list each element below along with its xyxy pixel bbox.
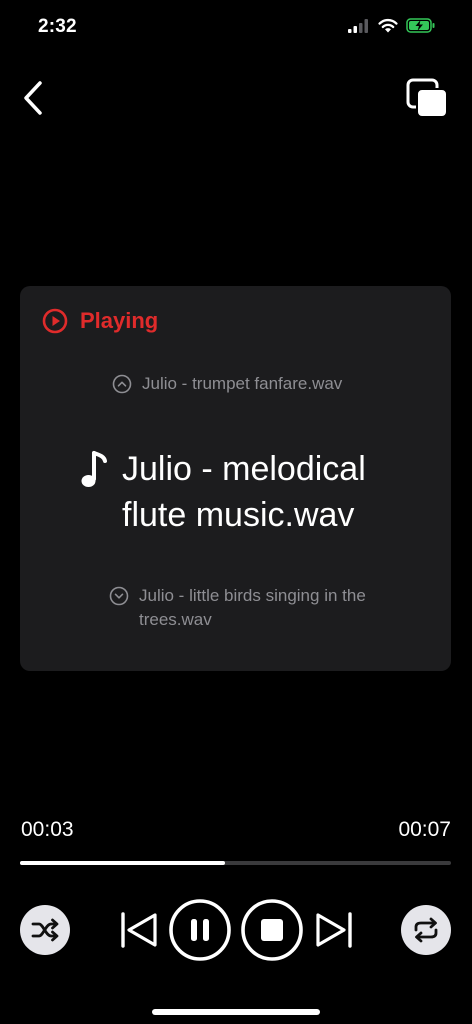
- wifi-icon: [378, 19, 398, 33]
- chevron-left-icon: [24, 81, 42, 115]
- skip-previous-button[interactable]: [117, 908, 161, 952]
- current-track-title: Julio - melodical flute music.wav: [122, 450, 366, 534]
- music-note-icon: [81, 451, 107, 487]
- shuffle-icon: [31, 918, 59, 942]
- playing-label: Playing: [80, 308, 159, 333]
- status-time: 2:32: [38, 16, 77, 37]
- repeat-button[interactable]: [401, 905, 451, 955]
- chevron-down-circle-icon: [109, 586, 129, 606]
- home-indicator[interactable]: [152, 1009, 320, 1015]
- elapsed-time: 00:03: [21, 818, 74, 841]
- repeat-icon: [414, 917, 438, 943]
- current-track: Julio - melodical flute music.wav: [80, 446, 412, 538]
- chevron-up-circle-icon: [112, 374, 132, 394]
- play-circle-icon: [42, 308, 68, 334]
- back-button[interactable]: [18, 78, 52, 118]
- total-time: 00:07: [398, 818, 451, 841]
- cellular-signal-icon: [348, 18, 368, 33]
- progress-fill: [20, 861, 225, 865]
- stop-button[interactable]: [240, 898, 304, 962]
- picture-in-picture-icon: [406, 78, 448, 118]
- shuffle-button[interactable]: [20, 905, 70, 955]
- next-track-title: Julio - little birds singing in the tree…: [139, 586, 366, 629]
- progress-bar[interactable]: [20, 861, 451, 865]
- pause-icon: [169, 899, 231, 961]
- previous-track-title: Julio - trumpet fanfare.wav: [142, 374, 343, 393]
- pause-button[interactable]: [168, 898, 232, 962]
- stop-icon: [241, 899, 303, 961]
- previous-track[interactable]: Julio - trumpet fanfare.wav: [112, 372, 342, 396]
- picture-in-picture-button[interactable]: [404, 76, 450, 120]
- playing-status: Playing: [42, 308, 158, 334]
- skip-next-icon: [316, 912, 352, 948]
- skip-previous-icon: [121, 912, 157, 948]
- next-track[interactable]: Julio - little birds singing in the tree…: [109, 584, 379, 632]
- status-icons: [348, 18, 436, 33]
- skip-next-button[interactable]: [312, 908, 356, 952]
- battery-charging-icon: [406, 18, 435, 33]
